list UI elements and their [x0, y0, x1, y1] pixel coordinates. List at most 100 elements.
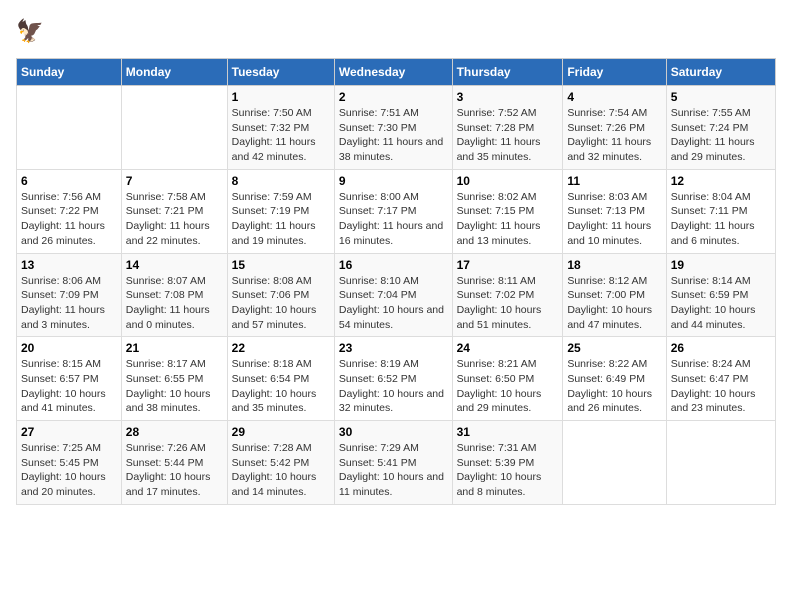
calendar-cell: 26 Sunrise: 8:24 AMSunset: 6:47 PMDayligh… [666, 337, 775, 421]
day-number: 1 [232, 90, 330, 104]
calendar-body: 1 Sunrise: 7:50 AMSunset: 7:32 PMDaylight… [17, 86, 776, 505]
day-detail: Sunrise: 7:28 AMSunset: 5:42 PMDaylight:… [232, 441, 330, 500]
day-number: 28 [126, 425, 223, 439]
calendar-cell: 5Sunrise: 7:55 AMSunset: 7:24 PMDaylight… [666, 86, 775, 170]
calendar-week-row: 27 Sunrise: 7:25 AMSunset: 5:45 PMDayligh… [17, 421, 776, 505]
calendar-cell [121, 86, 227, 170]
calendar-week-row: 1 Sunrise: 7:50 AMSunset: 7:32 PMDaylight… [17, 86, 776, 170]
day-number: 30 [339, 425, 448, 439]
calendar-cell: 24 Sunrise: 8:21 AMSunset: 6:50 PMDayligh… [452, 337, 563, 421]
calendar-cell: 23 Sunrise: 8:19 AMSunset: 6:52 PMDayligh… [334, 337, 452, 421]
day-detail: Sunrise: 8:11 AMSunset: 7:02 PMDaylight:… [457, 274, 559, 333]
weekday-header: Sunday [17, 59, 122, 86]
day-number: 5 [671, 90, 771, 104]
calendar-week-row: 20 Sunrise: 8:15 AMSunset: 6:57 PMDayligh… [17, 337, 776, 421]
calendar-cell: 19 Sunrise: 8:14 AMSunset: 6:59 PMDayligh… [666, 253, 775, 337]
day-detail: Sunrise: 7:59 AMSunset: 7:19 PMDaylight:… [232, 190, 330, 249]
day-detail: Sunrise: 8:06 AMSunset: 7:09 PMDaylight:… [21, 274, 117, 333]
calendar-cell [666, 421, 775, 505]
calendar-cell: 27 Sunrise: 7:25 AMSunset: 5:45 PMDayligh… [17, 421, 122, 505]
calendar-cell: 28 Sunrise: 7:26 AMSunset: 5:44 PMDayligh… [121, 421, 227, 505]
day-number: 26 [671, 341, 771, 355]
day-number: 18 [567, 258, 661, 272]
calendar-cell: 14 Sunrise: 8:07 AMSunset: 7:08 PMDayligh… [121, 253, 227, 337]
day-number: 22 [232, 341, 330, 355]
day-detail: Sunrise: 7:26 AMSunset: 5:44 PMDaylight:… [126, 441, 223, 500]
calendar-cell: 7Sunrise: 7:58 AMSunset: 7:21 PMDaylight… [121, 169, 227, 253]
day-detail: Sunrise: 8:02 AMSunset: 7:15 PMDaylight:… [457, 190, 559, 249]
day-detail: Sunrise: 7:31 AMSunset: 5:39 PMDaylight:… [457, 441, 559, 500]
calendar-cell: 3Sunrise: 7:52 AMSunset: 7:28 PMDaylight… [452, 86, 563, 170]
svg-text:🦅: 🦅 [16, 17, 44, 43]
day-detail: Sunrise: 8:04 AMSunset: 7:11 PMDaylight:… [671, 190, 771, 249]
day-detail: Sunrise: 7:50 AMSunset: 7:32 PMDaylight:… [232, 106, 330, 165]
weekday-header: Monday [121, 59, 227, 86]
calendar-cell [563, 421, 666, 505]
calendar-cell: 29 Sunrise: 7:28 AMSunset: 5:42 PMDayligh… [227, 421, 334, 505]
day-number: 6 [21, 174, 117, 188]
day-detail: Sunrise: 8:03 AMSunset: 7:13 PMDaylight:… [567, 190, 661, 249]
calendar-header-row: SundayMondayTuesdayWednesdayThursdayFrid… [17, 59, 776, 86]
calendar-cell: 17 Sunrise: 8:11 AMSunset: 7:02 PMDayligh… [452, 253, 563, 337]
calendar-cell: 15 Sunrise: 8:08 AMSunset: 7:06 PMDayligh… [227, 253, 334, 337]
calendar-table: SundayMondayTuesdayWednesdayThursdayFrid… [16, 58, 776, 505]
day-number: 29 [232, 425, 330, 439]
day-detail: Sunrise: 8:08 AMSunset: 7:06 PMDaylight:… [232, 274, 330, 333]
day-number: 15 [232, 258, 330, 272]
calendar-cell: 1 Sunrise: 7:50 AMSunset: 7:32 PMDaylight… [227, 86, 334, 170]
day-detail: Sunrise: 7:54 AMSunset: 7:26 PMDaylight:… [567, 106, 661, 165]
day-detail: Sunrise: 8:00 AMSunset: 7:17 PMDaylight:… [339, 190, 448, 249]
calendar-cell: 31Sunrise: 7:31 AMSunset: 5:39 PMDayligh… [452, 421, 563, 505]
day-detail: Sunrise: 8:10 AMSunset: 7:04 PMDaylight:… [339, 274, 448, 333]
calendar-cell: 8Sunrise: 7:59 AMSunset: 7:19 PMDaylight… [227, 169, 334, 253]
calendar-cell: 9 Sunrise: 8:00 AMSunset: 7:17 PMDaylight… [334, 169, 452, 253]
calendar-cell: 21 Sunrise: 8:17 AMSunset: 6:55 PMDayligh… [121, 337, 227, 421]
calendar-week-row: 13 Sunrise: 8:06 AMSunset: 7:09 PMDayligh… [17, 253, 776, 337]
calendar-cell: 25 Sunrise: 8:22 AMSunset: 6:49 PMDayligh… [563, 337, 666, 421]
day-detail: Sunrise: 8:15 AMSunset: 6:57 PMDaylight:… [21, 357, 117, 416]
day-detail: Sunrise: 7:25 AMSunset: 5:45 PMDaylight:… [21, 441, 117, 500]
day-detail: Sunrise: 8:14 AMSunset: 6:59 PMDaylight:… [671, 274, 771, 333]
calendar-cell: 13 Sunrise: 8:06 AMSunset: 7:09 PMDayligh… [17, 253, 122, 337]
day-number: 20 [21, 341, 117, 355]
day-number: 9 [339, 174, 448, 188]
day-number: 19 [671, 258, 771, 272]
calendar-cell: 30Sunrise: 7:29 AMSunset: 5:41 PMDayligh… [334, 421, 452, 505]
day-detail: Sunrise: 8:21 AMSunset: 6:50 PMDaylight:… [457, 357, 559, 416]
day-number: 21 [126, 341, 223, 355]
day-detail: Sunrise: 8:07 AMSunset: 7:08 PMDaylight:… [126, 274, 223, 333]
day-detail: Sunrise: 7:51 AMSunset: 7:30 PMDaylight:… [339, 106, 448, 165]
calendar-cell: 16 Sunrise: 8:10 AMSunset: 7:04 PMDayligh… [334, 253, 452, 337]
calendar-cell: 10Sunrise: 8:02 AMSunset: 7:15 PMDayligh… [452, 169, 563, 253]
weekday-header: Thursday [452, 59, 563, 86]
day-number: 23 [339, 341, 448, 355]
logo: 🦅 [16, 16, 52, 48]
day-detail: Sunrise: 8:12 AMSunset: 7:00 PMDaylight:… [567, 274, 661, 333]
calendar-cell: 12 Sunrise: 8:04 AMSunset: 7:11 PMDayligh… [666, 169, 775, 253]
calendar-cell: 22 Sunrise: 8:18 AMSunset: 6:54 PMDayligh… [227, 337, 334, 421]
calendar-cell: 6 Sunrise: 7:56 AMSunset: 7:22 PMDaylight… [17, 169, 122, 253]
calendar-cell: 11Sunrise: 8:03 AMSunset: 7:13 PMDayligh… [563, 169, 666, 253]
calendar-week-row: 6 Sunrise: 7:56 AMSunset: 7:22 PMDaylight… [17, 169, 776, 253]
day-number: 27 [21, 425, 117, 439]
weekday-header: Tuesday [227, 59, 334, 86]
day-detail: Sunrise: 8:19 AMSunset: 6:52 PMDaylight:… [339, 357, 448, 416]
day-detail: Sunrise: 8:22 AMSunset: 6:49 PMDaylight:… [567, 357, 661, 416]
day-detail: Sunrise: 8:24 AMSunset: 6:47 PMDaylight:… [671, 357, 771, 416]
day-number: 16 [339, 258, 448, 272]
day-detail: Sunrise: 8:18 AMSunset: 6:54 PMDaylight:… [232, 357, 330, 416]
day-number: 7 [126, 174, 223, 188]
day-number: 25 [567, 341, 661, 355]
day-number: 4 [567, 90, 661, 104]
day-detail: Sunrise: 7:56 AMSunset: 7:22 PMDaylight:… [21, 190, 117, 249]
day-detail: Sunrise: 8:17 AMSunset: 6:55 PMDaylight:… [126, 357, 223, 416]
day-number: 24 [457, 341, 559, 355]
day-number: 13 [21, 258, 117, 272]
calendar-cell [17, 86, 122, 170]
day-number: 12 [671, 174, 771, 188]
calendar-cell: 4 Sunrise: 7:54 AMSunset: 7:26 PMDaylight… [563, 86, 666, 170]
day-number: 17 [457, 258, 559, 272]
logo-bird-icon: 🦅 [16, 16, 48, 48]
day-number: 14 [126, 258, 223, 272]
weekday-header: Saturday [666, 59, 775, 86]
